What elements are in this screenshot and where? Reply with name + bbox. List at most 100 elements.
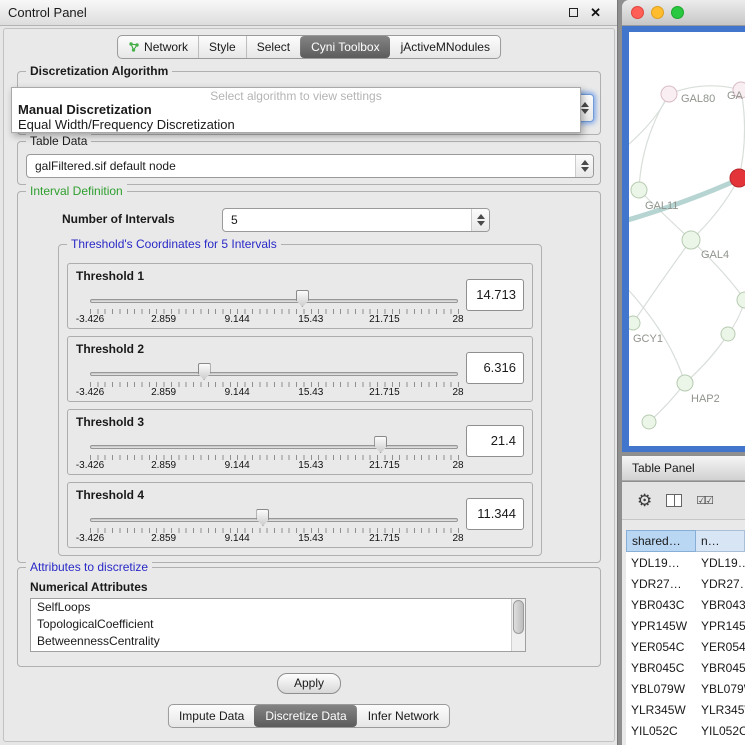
slider-thumb[interactable] [198, 363, 211, 380]
cell-name[interactable]: YDL19… [696, 556, 745, 570]
attribute-list-item[interactable]: TopologicalCoefficient [31, 616, 525, 633]
table-data-group: Table Data galFiltered.sif default node [17, 141, 601, 185]
table-row[interactable]: YBR045CYBR045C [626, 657, 745, 678]
cell-name[interactable]: YBR043C [696, 598, 745, 612]
table-row[interactable]: YBL079WYBL079W [626, 678, 745, 699]
bottom-tab-infer-network[interactable]: Infer Network [357, 705, 449, 727]
tab-label: jActiveMNodules [401, 40, 490, 54]
tab-cyni-toolbox[interactable]: Cyni Toolbox [300, 36, 389, 58]
table-row[interactable]: YDR27…YDR27… [626, 573, 745, 594]
network-node[interactable] [730, 169, 745, 187]
network-node-gal80[interactable] [661, 86, 677, 102]
slider-track[interactable] [90, 372, 458, 376]
attributes-legend: Attributes to discretize [26, 560, 152, 574]
threshold-value-field[interactable]: 21.4 [466, 425, 524, 457]
cell-name[interactable]: YBL079W [696, 682, 745, 696]
cell-shared-name[interactable]: YDR27… [626, 577, 696, 591]
network-node-gcy1[interactable] [629, 316, 640, 330]
tab-select[interactable]: Select [246, 36, 300, 58]
list-scrollbar[interactable] [511, 599, 525, 651]
table-panel: ⚙ ☑☑ shared… n… YDL19…YDL19…YDR27…YDR27…… [622, 482, 745, 745]
network-node-gal11[interactable] [631, 182, 647, 198]
zoom-traffic-light[interactable] [671, 6, 684, 19]
column-header-name[interactable]: n… [696, 530, 745, 552]
slider-thumb[interactable] [296, 290, 309, 307]
network-node-gal4[interactable] [682, 231, 700, 249]
slider-track[interactable] [90, 299, 458, 303]
cell-name[interactable]: YBR045C [696, 661, 745, 675]
network-edge [633, 240, 691, 323]
cell-name[interactable]: YDR27… [696, 577, 745, 591]
slider-thumb[interactable] [256, 509, 269, 526]
number-of-intervals-label: Number of Intervals [62, 212, 175, 226]
popup-placeholder: Select algorithm to view settings [12, 89, 580, 103]
threshold-value-field[interactable]: 14.713 [466, 279, 524, 311]
numerical-attributes-list: SelfLoopsTopologicalCoefficientBetweenne… [30, 598, 526, 652]
float-window-icon[interactable] [569, 8, 578, 17]
columns-icon[interactable] [666, 494, 682, 507]
close-icon[interactable]: ✕ [590, 6, 601, 19]
bottom-tab-discretize-data[interactable]: Discretize Data [254, 705, 356, 727]
table-row[interactable]: YDL19…YDL19… [626, 552, 745, 573]
bottom-tab-impute-data[interactable]: Impute Data [169, 705, 254, 727]
number-of-intervals-combobox[interactable]: 5 [222, 208, 490, 232]
tab-style[interactable]: Style [198, 36, 246, 58]
tab-label: Select [257, 40, 290, 54]
algorithm-option-1[interactable]: Manual Discretization [12, 102, 580, 117]
table-row[interactable]: YER054CYER054C [626, 636, 745, 657]
cell-name[interactable]: YIL052C [696, 724, 745, 738]
network-node-label: HAP2 [691, 393, 720, 405]
tick-label: 21.715 [369, 460, 400, 471]
tick-label: 21.715 [369, 387, 400, 398]
spinner-icon[interactable] [471, 209, 489, 231]
tab-label: Discretize Data [265, 709, 346, 723]
cell-name[interactable]: YER054C [696, 640, 745, 654]
cell-shared-name[interactable]: YIL052C [626, 724, 696, 738]
table-row[interactable]: YIL052CYIL052C [626, 720, 745, 741]
threshold-box: Threshold 2 6.316 -3.4262.8599.14415.432… [67, 336, 533, 402]
gear-icon[interactable]: ⚙ [637, 492, 652, 509]
algorithm-option-2[interactable]: Equal Width/Frequency Discretization [12, 117, 580, 132]
table-row[interactable]: YLR345WYLR345W [626, 699, 745, 720]
slider-track[interactable] [90, 445, 458, 449]
threshold-value-field[interactable]: 11.344 [466, 498, 524, 530]
cell-shared-name[interactable]: YBR043C [626, 598, 696, 612]
cell-shared-name[interactable]: YPR145W [626, 619, 696, 633]
cell-shared-name[interactable]: YDL19… [626, 556, 696, 570]
tick-label: -3.426 [76, 314, 104, 325]
table-row[interactable]: YBR043CYBR043C [626, 594, 745, 615]
network-node[interactable] [721, 327, 735, 341]
tick-label: 15.43 [298, 314, 323, 325]
network-node[interactable] [642, 415, 656, 429]
cell-shared-name[interactable]: YBL079W [626, 682, 696, 696]
spinner-icon[interactable] [575, 155, 593, 177]
table-panel-title: Table Panel [632, 461, 695, 475]
table-panel-header: Table Panel [622, 455, 745, 481]
close-traffic-light[interactable] [631, 6, 644, 19]
network-node[interactable] [737, 292, 745, 308]
scrollbar-thumb[interactable] [513, 600, 524, 634]
network-canvas[interactable]: GAL80GAGAL11GAL4GCY1HAP2 [629, 32, 745, 446]
cell-shared-name[interactable]: YBR045C [626, 661, 696, 675]
combobox-value: 5 [223, 213, 471, 227]
network-view-frame: GAL80GAGAL11GAL4GCY1HAP2 [622, 26, 745, 452]
attribute-list-item[interactable]: BetweennessCentrality [31, 633, 525, 650]
tab-jactivemnodules[interactable]: jActiveMNodules [390, 36, 500, 58]
cell-name[interactable]: YLR345W [696, 703, 745, 717]
slider-thumb[interactable] [374, 436, 387, 453]
column-header-shared-name[interactable]: shared… [626, 530, 696, 552]
table-row[interactable]: YPR145WYPR145W [626, 615, 745, 636]
cell-shared-name[interactable]: YER054C [626, 640, 696, 654]
network-node-hap2[interactable] [677, 375, 693, 391]
slider-track[interactable] [90, 518, 458, 522]
cell-shared-name[interactable]: YLR345W [626, 703, 696, 717]
tab-network[interactable]: Network [118, 36, 198, 58]
table-data-combobox[interactable]: galFiltered.sif default node [26, 154, 594, 178]
threshold-value-field[interactable]: 6.316 [466, 352, 524, 384]
attribute-list-item[interactable]: SelfLoops [31, 599, 525, 616]
minimize-traffic-light[interactable] [651, 6, 664, 19]
apply-button[interactable]: Apply [277, 673, 341, 694]
tab-label: Style [209, 40, 236, 54]
select-columns-icon[interactable]: ☑☑ [696, 494, 712, 507]
cell-name[interactable]: YPR145W [696, 619, 745, 633]
